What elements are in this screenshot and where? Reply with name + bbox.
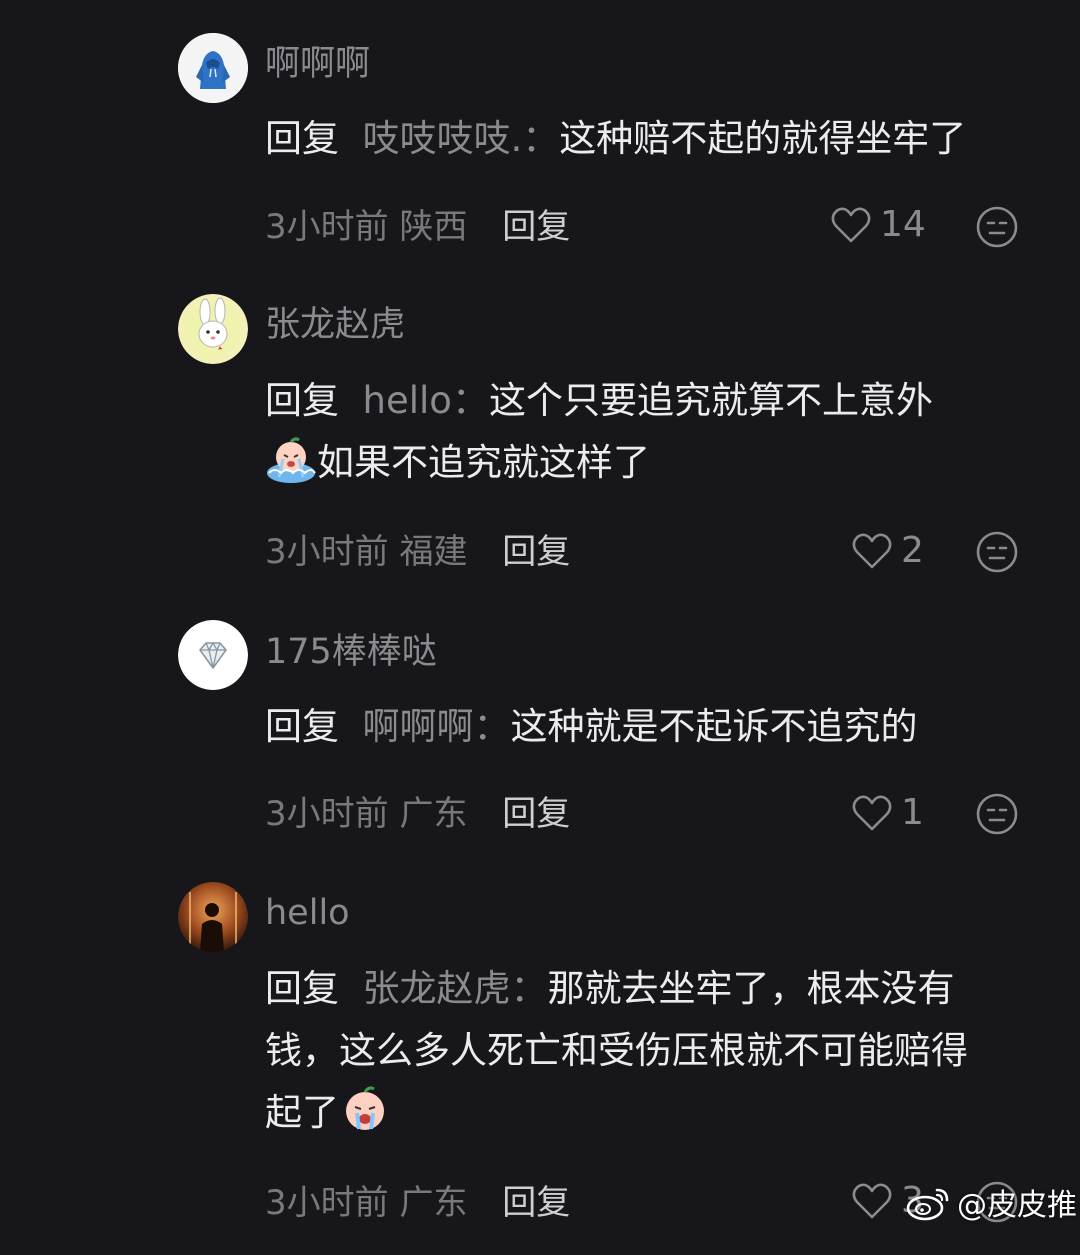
user-avatar[interactable] bbox=[178, 882, 248, 952]
username[interactable]: 啊啊啊 bbox=[265, 42, 370, 86]
hoodie-icon bbox=[178, 33, 248, 103]
reply-prefix: 回复 bbox=[265, 117, 339, 160]
like-count: 2 bbox=[901, 530, 924, 571]
comment-meta: 3小时前 广东 回复 bbox=[265, 792, 570, 836]
heart-icon bbox=[852, 795, 892, 830]
reply-target[interactable]: 啊啊啊 bbox=[363, 705, 474, 748]
comment-text: 回复 吱吱吱吱.：这种赔不起的就得坐牢了 bbox=[265, 108, 1045, 170]
user-avatar[interactable] bbox=[178, 620, 248, 690]
diamond-icon bbox=[178, 620, 248, 690]
separator: ： bbox=[510, 967, 548, 1010]
comment-location: 广东 bbox=[399, 794, 468, 834]
comment-time: 3小时前 bbox=[265, 532, 389, 572]
username[interactable]: 175棒棒哒 bbox=[265, 630, 437, 674]
comment-content-line2: 钱，这么多人死亡和受伤压根就不可能赔得 bbox=[265, 1029, 968, 1072]
comment-meta: 3小时前 福建 回复 bbox=[265, 530, 570, 574]
comment-content: 那就去坐牢了，根本没有 bbox=[547, 967, 955, 1010]
comment-text: 回复 张龙赵虎：那就去坐牢了，根本没有 钱，这么多人死亡和受伤压根就不可能赔得 … bbox=[265, 958, 1045, 1144]
neutral-face-icon bbox=[976, 531, 1018, 573]
comment-text: 回复 啊啊啊：这种就是不起诉不追究的 bbox=[265, 696, 1045, 758]
comment-content: 这种赔不起的就得坐牢了 bbox=[559, 117, 967, 160]
heart-icon bbox=[831, 207, 871, 242]
reply-button[interactable]: 回复 bbox=[502, 794, 570, 834]
emoji-react-button[interactable] bbox=[975, 792, 1019, 836]
comment-content-line2: 如果不追究就这样了 bbox=[317, 441, 650, 484]
comment-location: 福建 bbox=[399, 532, 468, 572]
reply-button[interactable]: 回复 bbox=[502, 1183, 570, 1223]
separator: ： bbox=[451, 379, 489, 422]
comment-time: 3小时前 bbox=[265, 1183, 389, 1223]
watermark-text: @皮皮推 bbox=[957, 1188, 1077, 1223]
like-button[interactable]: 1 bbox=[851, 792, 924, 833]
comment-meta: 3小时前 广东 回复 bbox=[265, 1181, 570, 1225]
like-button[interactable]: 2 bbox=[851, 530, 924, 571]
person-photo-icon bbox=[178, 882, 248, 952]
comment-time: 3小时前 bbox=[265, 794, 389, 834]
reply-prefix: 回复 bbox=[265, 967, 339, 1010]
comment-meta: 3小时前 陕西 回复 bbox=[265, 205, 570, 249]
reply-button[interactable]: 回复 bbox=[502, 207, 570, 247]
reply-target[interactable]: hello bbox=[363, 379, 452, 422]
weibo-icon bbox=[906, 1188, 949, 1221]
reply-prefix: 回复 bbox=[265, 705, 339, 748]
neutral-face-icon bbox=[976, 206, 1018, 248]
rabbit-icon bbox=[178, 294, 248, 364]
heart-icon bbox=[852, 1183, 892, 1218]
comment-content: 这个只要追究就算不上意外 bbox=[488, 379, 933, 422]
like-button[interactable]: 14 bbox=[830, 204, 926, 245]
comment-location: 广东 bbox=[399, 1183, 468, 1223]
like-count: 1 bbox=[901, 792, 924, 833]
separator: ： bbox=[522, 117, 560, 160]
crying-emoji-icon bbox=[265, 433, 317, 485]
neutral-face-icon bbox=[976, 793, 1018, 835]
comment-time: 3小时前 bbox=[265, 207, 389, 247]
like-count: 14 bbox=[880, 204, 926, 245]
username[interactable]: hello bbox=[265, 891, 350, 935]
weibo-watermark: @皮皮推 bbox=[905, 1180, 1077, 1224]
heart-icon bbox=[852, 533, 892, 568]
comment-location: 陕西 bbox=[399, 207, 468, 247]
user-avatar[interactable] bbox=[178, 294, 248, 364]
reply-target[interactable]: 张龙赵虎 bbox=[363, 967, 511, 1010]
user-avatar[interactable] bbox=[178, 33, 248, 103]
username[interactable]: 张龙赵虎 bbox=[265, 303, 405, 347]
reply-button[interactable]: 回复 bbox=[502, 532, 570, 572]
emoji-react-button[interactable] bbox=[975, 530, 1019, 574]
crying-emoji-icon bbox=[339, 1083, 391, 1135]
comment-text: 回复 hello：这个只要追究就算不上意外 如果不追究就这样了 bbox=[265, 370, 1045, 494]
emoji-react-button[interactable] bbox=[975, 205, 1019, 249]
comment-content-line3: 起了 bbox=[265, 1091, 339, 1134]
separator: ： bbox=[473, 705, 511, 748]
reply-prefix: 回复 bbox=[265, 379, 339, 422]
reply-target[interactable]: 吱吱吱吱. bbox=[363, 117, 523, 160]
comment-content: 这种就是不起诉不追究的 bbox=[510, 705, 918, 748]
